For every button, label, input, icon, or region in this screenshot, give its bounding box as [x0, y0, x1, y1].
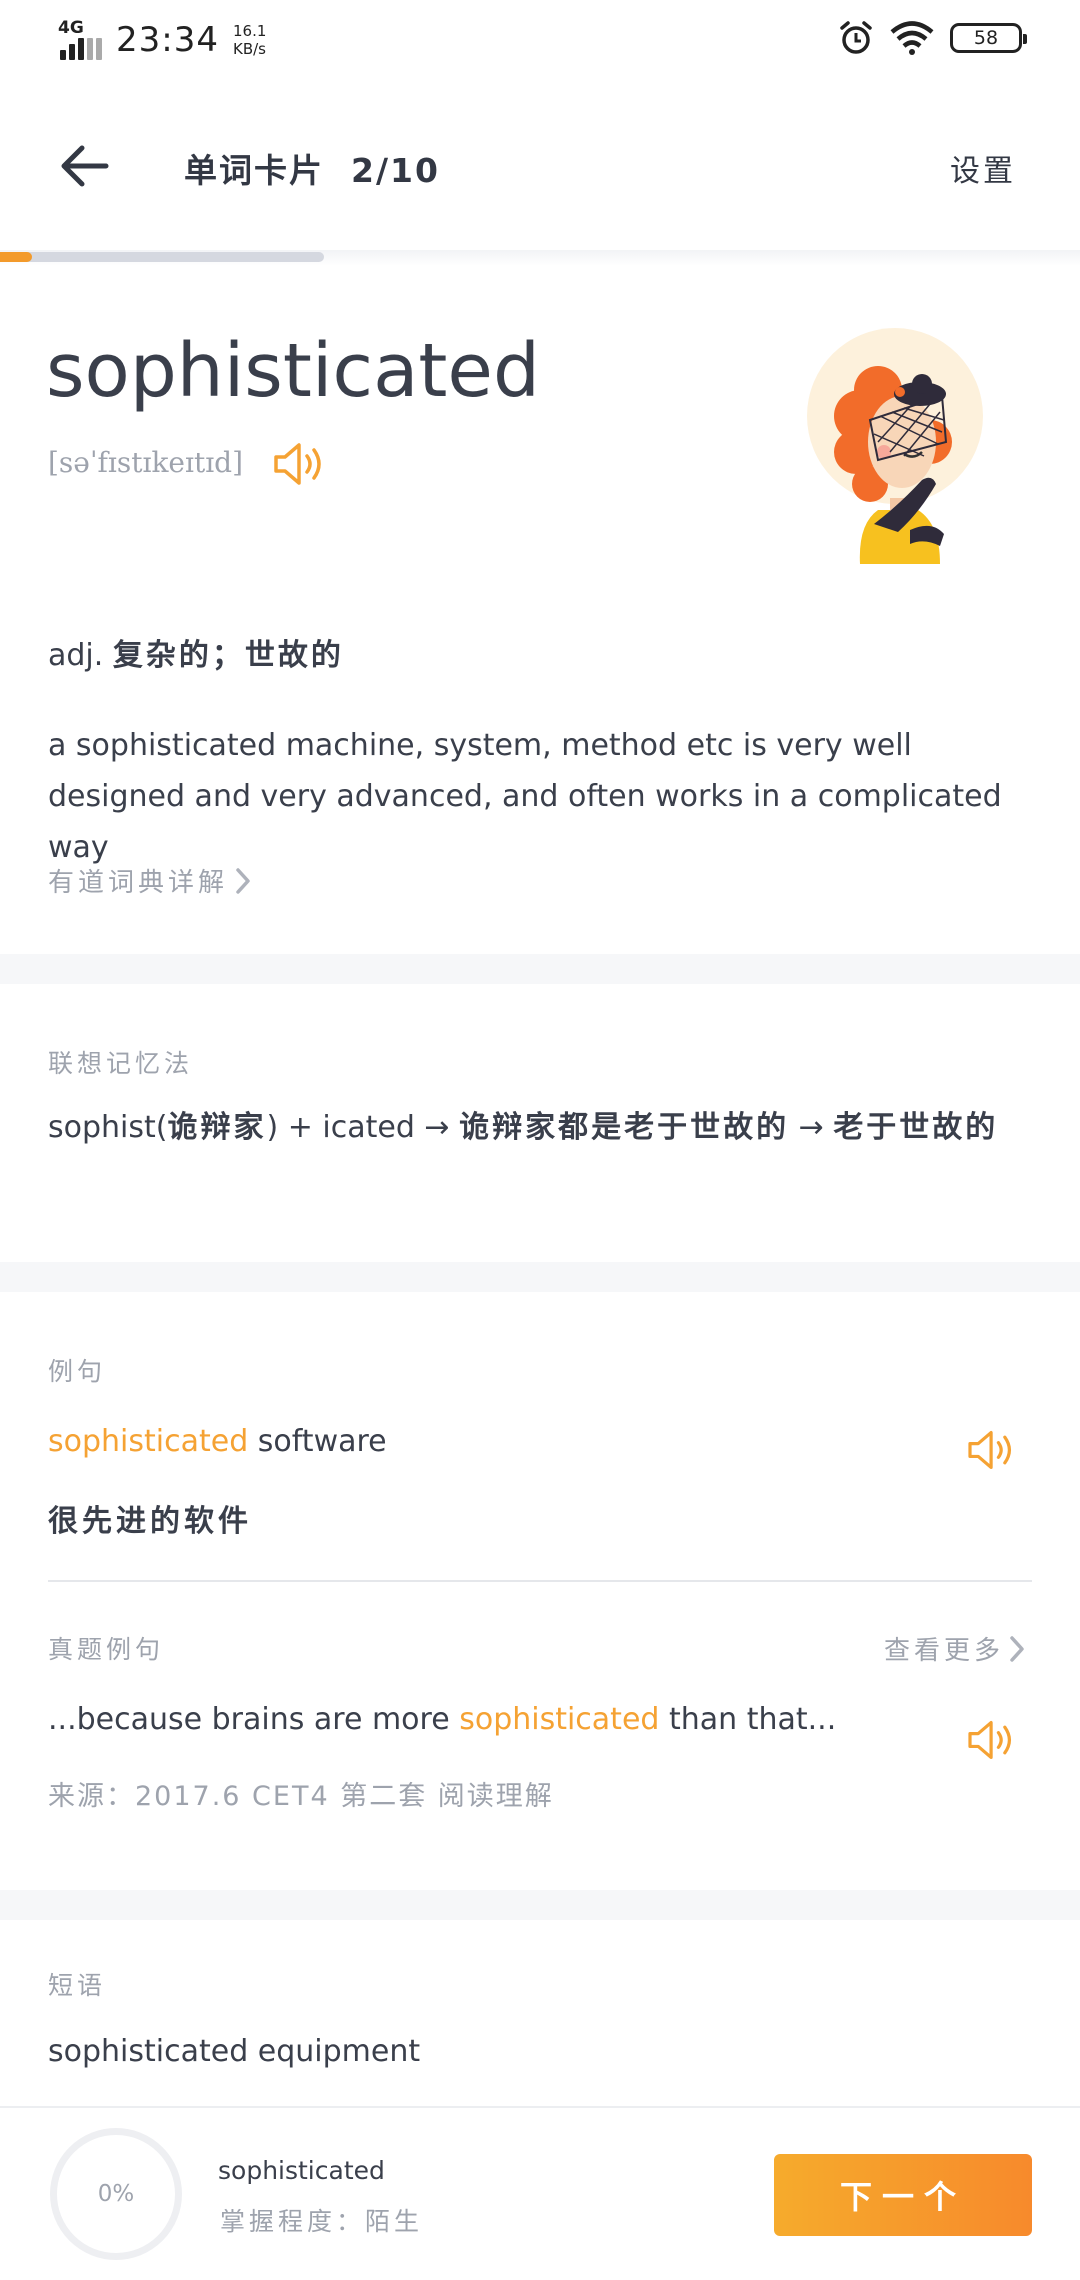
progress-fill: [0, 252, 33, 262]
exam-sentence-highlight: sophisticated: [459, 1702, 660, 1737]
mnemonic-part: 老于世故的: [833, 1110, 999, 1145]
next-button[interactable]: 下一个: [774, 2154, 1032, 2236]
mnemonic-part: sophist(: [48, 1110, 168, 1145]
mnemonic-part: 诡辩家: [167, 1110, 267, 1145]
mastery-level: 掌握程度：陌生: [220, 2207, 424, 2236]
page-title: 单词卡片 2/10: [184, 144, 440, 192]
status-right: 58: [838, 20, 1027, 56]
signal-icon: 4G: [58, 18, 106, 62]
example-highlight: sophisticated: [48, 1424, 249, 1459]
exam-sentence: ...because brains are more sophisticated…: [48, 1702, 836, 1737]
status-left: 4G 23:34 16.1 KB/s: [58, 18, 266, 62]
status-bar: 4G 23:34 16.1 KB/s 58: [0, 0, 1080, 80]
mnemonic-part: →: [789, 1110, 834, 1145]
battery-icon: 58: [950, 23, 1027, 53]
mnemonic-label: 联想记忆法: [48, 1049, 194, 1078]
exam-example-label: 真题例句: [48, 1635, 165, 1664]
mastery-progress-ring: 0%: [50, 2128, 182, 2260]
wifi-icon: [890, 21, 934, 55]
mascot-illustration: [807, 328, 983, 564]
net-speed-value: 16.1: [232, 22, 267, 40]
exam-source: 来源：2017.6 CET4 第二套 阅读理解: [48, 1781, 554, 1812]
chevron-right-icon: [236, 867, 250, 894]
word-phonetic: [səˈfɪstɪkeɪtɪd]: [48, 446, 244, 479]
net-speed-unit: KB/s: [232, 40, 266, 58]
section-gap: [0, 954, 1080, 984]
back-button[interactable]: [48, 130, 120, 202]
mnemonic-part: 诡辩家都是老于世故的: [459, 1110, 790, 1145]
part-of-speech: adj.: [48, 638, 104, 673]
view-more-label: 查看更多: [883, 1636, 1004, 1666]
speaker-icon[interactable]: [272, 440, 328, 488]
net-speed: 16.1 KB/s: [233, 22, 266, 58]
dictionary-detail-label: 有道词典详解: [48, 868, 229, 898]
meaning-cn: 复杂的；世故的: [112, 638, 344, 673]
example-label: 例句: [48, 1357, 107, 1386]
section-gap: [0, 1890, 1080, 1920]
app-header: 单词卡片 2/10 设置: [0, 100, 1080, 250]
arrow-left-icon: [61, 145, 109, 187]
bottom-bar: 0% sophisticated 掌握程度：陌生 下一个: [0, 2106, 1080, 2280]
exam-sentence-before: ...because brains are more: [48, 1702, 460, 1737]
page-title-text: 单词卡片: [184, 151, 324, 190]
settings-button[interactable]: 设置: [950, 146, 1016, 190]
example-translation: 很先进的软件: [48, 1504, 252, 1539]
definition-en: a sophisticated machine, system, method …: [48, 728, 1002, 865]
mastery-percent: 0%: [97, 2181, 135, 2207]
progress-bar: [0, 252, 324, 262]
exam-speaker-icon[interactable]: [966, 1718, 1018, 1762]
status-time: 23:34: [116, 20, 219, 60]
phrases-label: 短语: [48, 1971, 107, 2000]
phrase-item: sophisticated equipment: [48, 2034, 421, 2069]
example-sentence: sophisticated software: [48, 1424, 387, 1459]
mnemonic-part: ) + icated →: [266, 1110, 460, 1145]
word-headword: sophisticated: [46, 328, 540, 414]
divider: [48, 1580, 1032, 1582]
battery-level: 58: [973, 27, 999, 49]
bottom-word: sophisticated: [218, 2156, 385, 2185]
network-type: 4G: [58, 18, 84, 38]
mnemonic-text: sophist(诡辩家) + icated → 诡辩家都是老于世故的 → 老于世…: [48, 1104, 1038, 1152]
dictionary-detail-link[interactable]: 有道词典详解: [48, 862, 254, 899]
chevron-right-icon: [1010, 1635, 1024, 1662]
view-more-button[interactable]: 查看更多: [884, 1630, 1028, 1667]
example-rest: software: [248, 1424, 387, 1459]
section-gap: [0, 1262, 1080, 1292]
exam-sentence-after: than that...: [659, 1702, 837, 1737]
card-position: 2/10: [350, 151, 440, 190]
alarm-icon: [840, 21, 872, 54]
definition-cn: adj. 复杂的；世故的: [48, 630, 344, 674]
example-speaker-icon[interactable]: [966, 1428, 1018, 1472]
